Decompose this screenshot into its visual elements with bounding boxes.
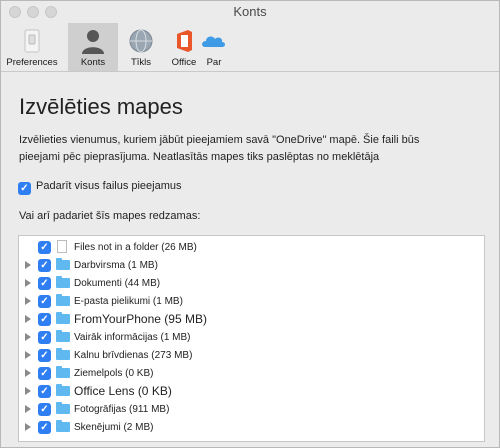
- item-checkbox[interactable]: ✓: [38, 331, 51, 344]
- folder-icon: [56, 276, 70, 288]
- preferences-window: Konts Preferences Konts Tīkls Office Par…: [0, 0, 500, 448]
- preferences-toolbar: Preferences Konts Tīkls Office Par: [1, 23, 499, 72]
- folder-icon: [56, 384, 70, 396]
- visible-folders-label: Vai arī padariet šīs mapes redzamas:: [19, 210, 201, 222]
- disclosure-arrow-icon[interactable]: [25, 423, 31, 431]
- close-window-button[interactable]: [9, 6, 21, 18]
- item-checkbox[interactable]: ✓: [38, 241, 51, 254]
- folder-icon: [56, 402, 70, 414]
- tab-konts[interactable]: Konts: [68, 23, 118, 71]
- item-checkbox[interactable]: ✓: [38, 367, 51, 380]
- tab-preferences[interactable]: Preferences: [1, 23, 63, 71]
- tab-par-label: Par: [206, 57, 222, 68]
- description-line-2: pieejami pēc pieprasījuma. Neatlasītās m…: [19, 151, 380, 163]
- item-checkbox[interactable]: ✓: [38, 385, 51, 398]
- disclosure-arrow-icon[interactable]: [25, 297, 31, 305]
- list-item[interactable]: ✓ Dokumenti (44 MB): [19, 275, 484, 292]
- item-label: Dokumenti (44 MB): [74, 278, 161, 289]
- item-label: E-pasta pielikumi (1 MB): [74, 296, 183, 307]
- folder-icon: [56, 366, 70, 378]
- account-pane: Izvēlēties mapes Izvēlieties vienumus, k…: [1, 72, 499, 447]
- folder-list[interactable]: ✓ Files not in a folder (26 MB) ✓ Darbvi…: [18, 235, 485, 442]
- file-icon: [57, 240, 67, 253]
- tab-office[interactable]: Office: [164, 23, 204, 71]
- office-logo-icon: [177, 30, 192, 52]
- disclosure-arrow-icon[interactable]: [25, 369, 31, 377]
- zoom-window-button[interactable]: [45, 6, 57, 18]
- network-globe-icon: [129, 29, 153, 53]
- list-item[interactable]: ✓ Skenējumi (2 MB): [19, 419, 484, 436]
- disclosure-arrow-icon[interactable]: [25, 315, 31, 323]
- folder-choice-description: Izvēlieties vienumus, kuriem jābūt pieej…: [19, 132, 485, 166]
- item-checkbox[interactable]: ✓: [38, 403, 51, 416]
- disclosure-arrow-icon[interactable]: [25, 351, 31, 359]
- item-label: Darbvirsma (1 MB): [74, 260, 158, 271]
- item-label: Kalnu brīvdienas (273 MB): [74, 350, 193, 361]
- item-label: Skenējumi (2 MB): [74, 422, 154, 433]
- window-title: Konts: [233, 4, 267, 19]
- list-item[interactable]: ✓ FromYourPhone (95 MB): [19, 311, 484, 328]
- tab-preferences-label: Preferences: [6, 57, 58, 68]
- list-item[interactable]: ✓ Fotogrāfijas (911 MB): [19, 401, 484, 418]
- list-item[interactable]: ✓ Office Lens (0 KB): [19, 383, 484, 400]
- tab-tikls-label: Tīkls: [130, 57, 152, 68]
- preferences-switch-icon: [24, 29, 40, 53]
- page-title: Izvēlēties mapes: [19, 94, 183, 119]
- onedrive-cloud-icon: [202, 36, 225, 47]
- list-item[interactable]: ✓ Ziemelpols (0 KB): [19, 365, 484, 382]
- folder-icon: [56, 258, 70, 270]
- make-all-label: Padarīt visus failus pieejamus: [36, 180, 182, 192]
- item-label: Office Lens (0 KB): [74, 384, 172, 398]
- list-item[interactable]: ✓ Darbvirsma (1 MB): [19, 257, 484, 274]
- item-label: Vairāk informācijas (1 MB): [74, 332, 191, 343]
- folder-icon: [56, 294, 70, 306]
- title-bar: Konts: [1, 1, 499, 23]
- item-checkbox[interactable]: ✓: [38, 313, 51, 326]
- item-checkbox[interactable]: ✓: [38, 259, 51, 272]
- account-person-icon: [82, 30, 104, 54]
- list-item[interactable]: ✓ Files not in a folder (26 MB): [19, 239, 484, 256]
- item-checkbox[interactable]: ✓: [38, 277, 51, 290]
- make-all-files-available-checkbox[interactable]: ✓ Padarīt visus failus pieejamus: [18, 180, 182, 195]
- item-label: Fotogrāfijas (911 MB): [74, 404, 170, 415]
- tab-konts-label: Konts: [80, 57, 106, 68]
- folder-icon: [56, 420, 70, 432]
- disclosure-arrow-icon[interactable]: [25, 387, 31, 395]
- folder-icon: [56, 312, 70, 324]
- list-item[interactable]: ✓ Kalnu brīvdienas (273 MB): [19, 347, 484, 364]
- disclosure-arrow-icon[interactable]: [25, 279, 31, 287]
- disclosure-arrow-icon[interactable]: [25, 261, 31, 269]
- item-label: FromYourPhone (95 MB): [74, 312, 207, 326]
- description-line-1: Izvēlieties vienumus, kuriem jābūt pieej…: [19, 134, 420, 146]
- item-checkbox[interactable]: ✓: [38, 421, 51, 434]
- item-label: Ziemelpols (0 KB): [74, 368, 154, 379]
- disclosure-arrow-icon[interactable]: [25, 405, 31, 413]
- item-checkbox[interactable]: ✓: [38, 349, 51, 362]
- tab-office-label: Office: [171, 57, 197, 68]
- list-item[interactable]: ✓ E-pasta pielikumi (1 MB): [19, 293, 484, 310]
- list-item[interactable]: ✓ Vairāk informācijas (1 MB): [19, 329, 484, 346]
- item-label: Files not in a folder (26 MB): [74, 242, 197, 253]
- tab-tikls[interactable]: Tīkls: [118, 23, 164, 71]
- folder-icon: [56, 348, 70, 360]
- minimize-window-button[interactable]: [27, 6, 39, 18]
- checkmark-icon: ✓: [18, 182, 31, 195]
- item-checkbox[interactable]: ✓: [38, 295, 51, 308]
- disclosure-arrow-icon[interactable]: [25, 333, 31, 341]
- tab-par[interactable]: Par: [202, 23, 225, 71]
- folder-icon: [56, 330, 70, 342]
